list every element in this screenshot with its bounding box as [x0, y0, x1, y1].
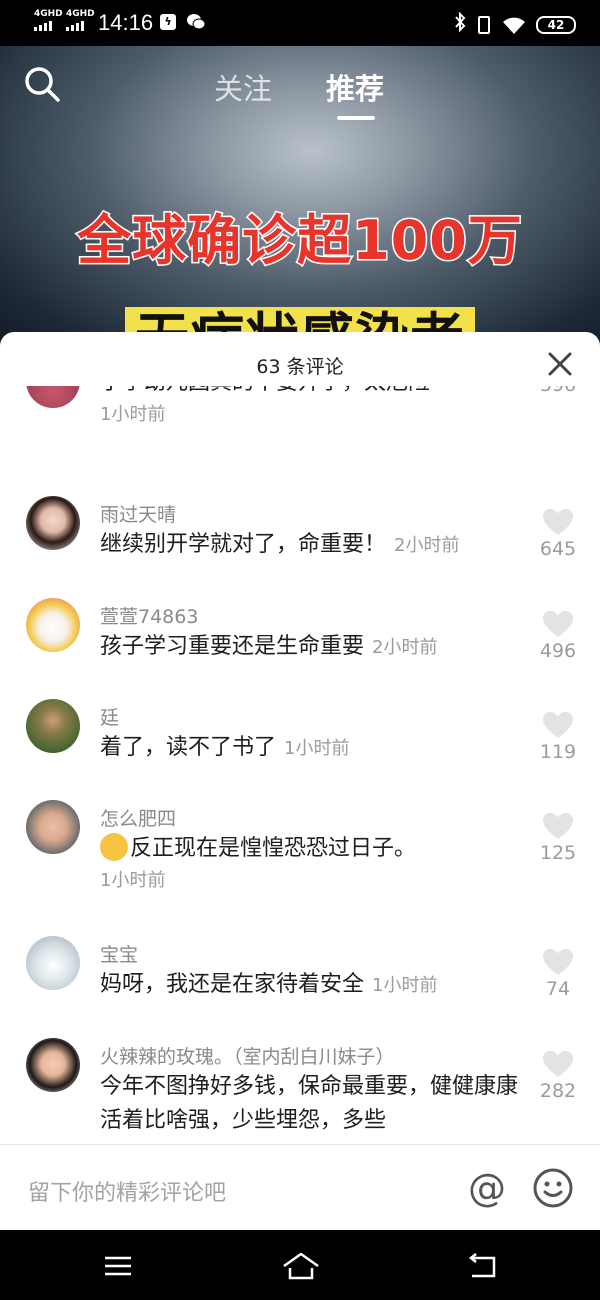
wechat-icon — [186, 13, 206, 35]
comment-time: 2小时前 — [394, 535, 460, 556]
comment-text: 妈呀，我还是在家待着安全 1小时前 — [100, 972, 438, 997]
search-icon[interactable] — [22, 64, 62, 104]
comment-time: 1小时前 — [372, 975, 438, 996]
avatar[interactable] — [26, 386, 80, 408]
avatar[interactable] — [26, 699, 80, 753]
pleading-face-emoji-icon — [100, 833, 128, 861]
like-count: 119 — [539, 741, 577, 763]
emoji-icon[interactable] — [532, 1167, 574, 1209]
heart-icon — [543, 813, 573, 839]
comment-input-bar: 留下你的精彩评论吧 @ — [0, 1144, 600, 1230]
tab-follow[interactable]: 关注 — [214, 66, 272, 108]
avatar[interactable] — [26, 598, 80, 652]
comment-text: 小学幼儿园真的不要开学，太危险 1小时前 — [100, 386, 520, 430]
comment-text: 继续别开学就对了，命重要！ 2小时前 — [100, 532, 460, 557]
close-icon[interactable] — [546, 350, 574, 378]
signal-4g-indicator-1: 4GHD — [34, 10, 63, 31]
like-count: 282 — [539, 1080, 577, 1102]
menu-icon[interactable] — [102, 1250, 134, 1282]
like-button[interactable]: 496 — [538, 610, 578, 662]
comments-count-title: 63 条评论 — [256, 356, 344, 378]
avatar[interactable] — [26, 496, 80, 550]
heart-icon — [543, 712, 573, 738]
like-count: 645 — [539, 538, 577, 560]
heart-icon — [543, 1051, 573, 1077]
avatar[interactable] — [26, 800, 80, 854]
heart-icon — [543, 611, 573, 637]
avatar[interactable] — [26, 936, 80, 990]
active-tab-indicator — [337, 116, 375, 120]
like-count: 496 — [539, 640, 577, 662]
comment-list[interactable]: 小学幼儿园真的不要开学，太危险 1小时前 396 雨过天晴 继续别开学就对了，命… — [0, 386, 600, 1142]
comment-text: 孩子学习重要还是生命重要 2小时前 — [100, 634, 438, 659]
heart-icon — [543, 949, 573, 975]
like-button[interactable]: 282 — [538, 1050, 578, 1102]
like-button[interactable]: 119 — [538, 711, 578, 763]
avatar[interactable] — [26, 1038, 80, 1092]
like-button[interactable]: 125 — [538, 812, 578, 864]
comment-text: 反正现在是惶惶恐恐过日子。 1小时前 — [100, 832, 520, 896]
comment-time: 2小时前 — [372, 637, 438, 658]
comments-sheet: 63 条评论 小学幼儿园真的不要开学，太危险 1小时前 396 雨过天晴 继续别… — [0, 332, 600, 1232]
comment-username[interactable]: 雨过天晴 — [100, 500, 176, 527]
like-count: 125 — [539, 842, 577, 864]
like-count: 396 — [538, 386, 578, 396]
video-player[interactable]: 全球确诊超100万 无症状感染者 关注 推荐 — [0, 46, 600, 346]
vibrate-icon — [478, 15, 490, 34]
tab-recommend[interactable]: 推荐 — [326, 66, 384, 108]
comment-username[interactable]: 火辣辣的玫瑰。（室内刮白川妹子） — [100, 1042, 395, 1069]
comment-text: 今年不图挣好多钱，保命最重要，健健康康活着比啥强，少些埋怨，多些 — [100, 1074, 519, 1133]
comment-username[interactable]: 怎么肥四 — [100, 804, 176, 831]
mention-at-icon[interactable]: @ — [466, 1167, 508, 1209]
comment-text: 着了，读不了书了 1小时前 — [100, 735, 350, 760]
system-nav-bar — [0, 1230, 600, 1300]
network-label: 4GHD — [66, 9, 95, 19]
video-headline: 全球确诊超100万 — [76, 208, 524, 274]
comment-input[interactable]: 留下你的精彩评论吧 — [28, 1175, 226, 1207]
like-count: 74 — [545, 978, 571, 1000]
like-button[interactable]: 645 — [538, 508, 578, 560]
battery-icon: 42 — [536, 15, 576, 34]
comment-time: 1小时前 — [100, 870, 166, 891]
status-bar: 4GHD 4GHD 14:16 ϟ 42 — [0, 0, 600, 46]
comment-username[interactable]: 廷 — [100, 703, 119, 730]
back-icon[interactable] — [466, 1250, 498, 1282]
signal-4g-indicator-2: 4GHD — [66, 10, 95, 31]
wifi-icon — [502, 17, 525, 34]
status-time: 14:16 — [98, 10, 154, 35]
bluetooth-icon — [454, 11, 466, 37]
network-label: 4GHD — [34, 9, 63, 19]
heart-icon — [543, 509, 573, 535]
comment-time: 1小时前 — [100, 404, 166, 425]
comment-username[interactable]: 萱萱74863 — [100, 602, 198, 629]
comment-time: 1小时前 — [284, 738, 350, 759]
home-icon[interactable] — [282, 1250, 319, 1282]
top-nav: 关注 推荐 — [0, 46, 600, 126]
like-button[interactable]: 74 — [538, 948, 578, 1000]
flash-icon: ϟ — [160, 14, 176, 30]
like-button[interactable]: 396 — [538, 386, 578, 396]
comment-username[interactable]: 宝宝 — [100, 940, 138, 967]
